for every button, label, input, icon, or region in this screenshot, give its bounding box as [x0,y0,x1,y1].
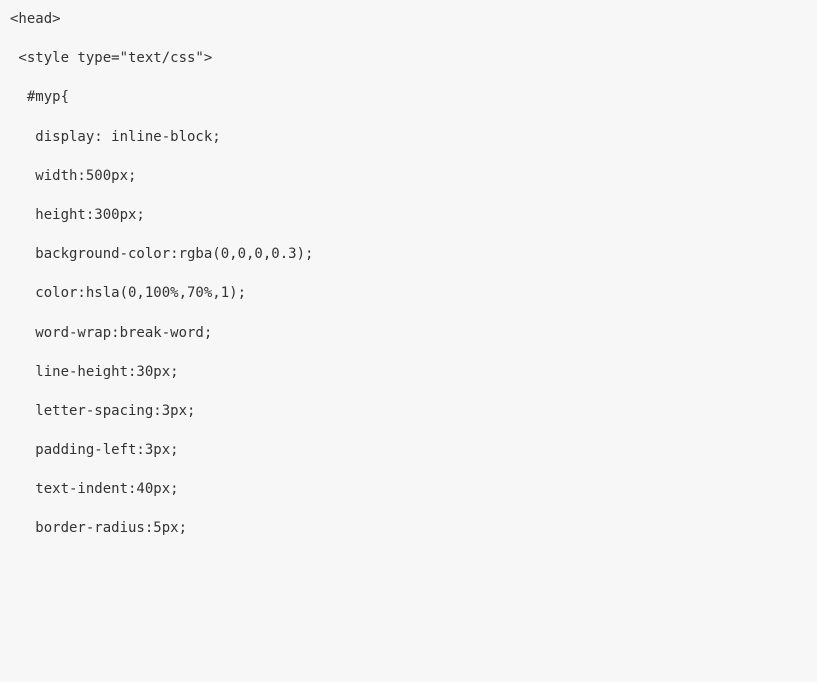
code-block: <head> <style type="text/css"> #myp{ dis… [10,10,807,539]
css-code: <head> <style type="text/css"> #myp{ dis… [10,11,313,536]
